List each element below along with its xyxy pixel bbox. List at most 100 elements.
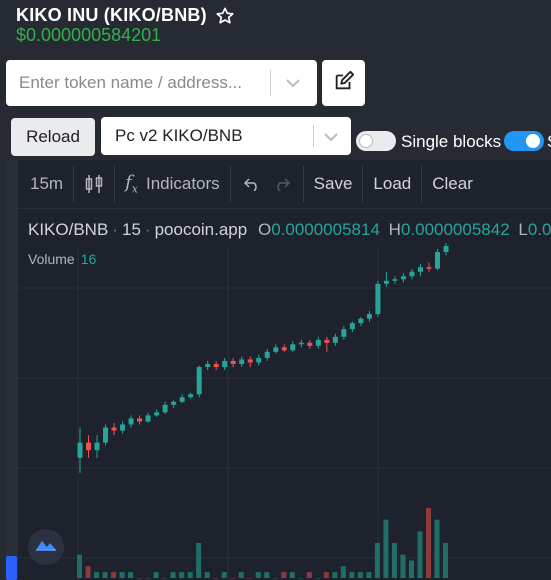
volume-bar xyxy=(323,572,329,578)
drawing-toolbar-strip[interactable] xyxy=(6,160,18,580)
candle xyxy=(94,435,100,458)
volume-bar xyxy=(145,578,151,579)
volume-bar xyxy=(315,578,321,579)
candle xyxy=(213,360,219,371)
candle-body xyxy=(103,427,109,443)
candle xyxy=(196,365,202,398)
candle xyxy=(366,311,372,322)
candle xyxy=(307,339,313,349)
candles-icon[interactable] xyxy=(74,160,114,208)
save-button[interactable]: Save xyxy=(304,160,363,208)
candle-body xyxy=(213,363,219,367)
candle-body xyxy=(426,267,432,269)
candle-body xyxy=(434,252,440,269)
fx-icon: fx xyxy=(125,172,138,196)
tradingview-logo-icon xyxy=(35,538,57,557)
volume-bar xyxy=(306,572,312,578)
token-search[interactable] xyxy=(6,60,317,106)
single-blocks-toggle[interactable] xyxy=(356,131,396,151)
volume-bar xyxy=(111,572,117,578)
volume-bars xyxy=(77,508,448,579)
candle xyxy=(400,273,406,283)
candle xyxy=(383,271,389,287)
volume-legend: Volume 16 xyxy=(28,251,96,267)
candle xyxy=(103,424,109,446)
volume-bar xyxy=(289,572,295,578)
redo-icon[interactable] xyxy=(269,160,303,208)
candle xyxy=(298,339,304,348)
interval-button[interactable]: 15m xyxy=(18,160,73,208)
price-chart[interactable] xyxy=(18,208,551,580)
candle-body xyxy=(154,412,160,416)
candle xyxy=(349,321,355,333)
volume-bar xyxy=(196,543,202,578)
candle xyxy=(273,344,279,354)
chart-toolbar: 15m fx Indicators Save Load Clear xyxy=(18,160,551,209)
candle-body xyxy=(383,280,389,284)
volume-bar xyxy=(204,572,210,578)
candle xyxy=(341,326,347,340)
candle-body xyxy=(196,367,202,395)
candle-body xyxy=(443,246,449,253)
candle-body xyxy=(264,351,270,358)
volume-bar xyxy=(408,560,414,578)
collapse-panel-tab[interactable] xyxy=(6,556,17,580)
candle xyxy=(264,348,270,361)
single-blocks-label: Single blocks xyxy=(401,132,502,151)
candle xyxy=(375,280,381,318)
favorite-star-icon[interactable] xyxy=(215,6,235,26)
pair-select[interactable]: Pc v2 KIKO/BNB xyxy=(101,117,351,155)
load-button[interactable]: Load xyxy=(363,160,421,208)
legend-source: poocoin.app xyxy=(154,220,248,239)
candle-body xyxy=(94,442,100,451)
candle-body xyxy=(86,442,92,451)
candle-body xyxy=(366,314,372,319)
candle-body xyxy=(222,360,228,367)
chevron-down-icon[interactable] xyxy=(285,75,301,96)
candle-body xyxy=(179,397,185,402)
candle-body xyxy=(188,394,194,398)
legend-high-value: 0.0000005842 xyxy=(400,220,510,239)
legend-low-value: 0.0 xyxy=(527,220,551,239)
volume-bar xyxy=(391,543,397,578)
candle xyxy=(162,401,168,414)
candle xyxy=(137,415,143,425)
volume-bar xyxy=(349,572,355,578)
candle-body xyxy=(392,279,398,281)
volume-bar xyxy=(340,566,346,578)
candle xyxy=(86,435,92,458)
candle-body xyxy=(247,359,253,363)
legend-interval: 15 xyxy=(121,220,141,239)
volume-bar xyxy=(400,554,406,578)
candle-body xyxy=(171,401,177,405)
volume-bar xyxy=(221,572,227,578)
volume-bar xyxy=(425,508,431,578)
candle xyxy=(230,357,236,367)
volume-bar xyxy=(272,578,278,579)
volume-bar xyxy=(85,566,91,578)
search-input[interactable] xyxy=(6,60,268,106)
indicators-button[interactable]: fx Indicators xyxy=(115,160,230,208)
reload-button[interactable]: Reload xyxy=(11,118,95,156)
candle-body xyxy=(137,418,143,422)
volume-bar xyxy=(179,572,185,578)
candle-body xyxy=(145,415,151,422)
second-toggle[interactable] xyxy=(504,131,544,151)
candle-body xyxy=(400,276,406,280)
token-price: $0.000000584201 xyxy=(16,25,162,45)
toggle-knob xyxy=(526,134,540,148)
volume-value: 16 xyxy=(80,251,97,267)
volume-bar xyxy=(264,572,270,578)
candle-body xyxy=(324,339,330,343)
search-divider xyxy=(270,70,271,96)
candle xyxy=(128,415,134,428)
clear-button[interactable]: Clear xyxy=(422,160,483,208)
legend-low-label: L xyxy=(518,220,528,239)
volume-bar xyxy=(357,572,363,578)
tradingview-logo[interactable] xyxy=(28,529,64,565)
candle xyxy=(392,276,398,284)
edit-button[interactable] xyxy=(322,60,365,106)
candle xyxy=(188,392,194,399)
chevron-down-icon[interactable] xyxy=(323,129,339,150)
undo-icon[interactable] xyxy=(231,160,269,208)
